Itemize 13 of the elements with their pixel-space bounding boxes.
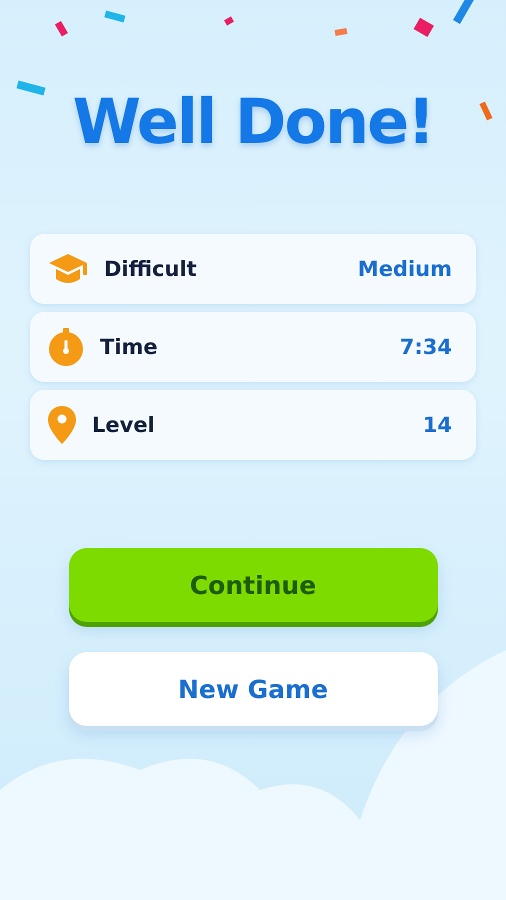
continue-button[interactable]: Continue — [68, 548, 438, 622]
stat-value: 7:34 — [400, 335, 452, 360]
confetti-drawing — [414, 0, 475, 38]
title: Well Done! — [72, 88, 434, 156]
confetti-drawing — [334, 28, 348, 36]
stopwatch-icon — [48, 328, 84, 366]
location-pin-icon — [48, 406, 76, 444]
stat-label: Level — [92, 413, 156, 438]
stat-label: Time — [100, 335, 159, 360]
new-game-button[interactable]: New Game — [68, 652, 438, 726]
stat-value: Medium — [358, 257, 452, 282]
stat-label: Difficult — [104, 257, 198, 282]
stat-value: 14 — [422, 413, 452, 438]
